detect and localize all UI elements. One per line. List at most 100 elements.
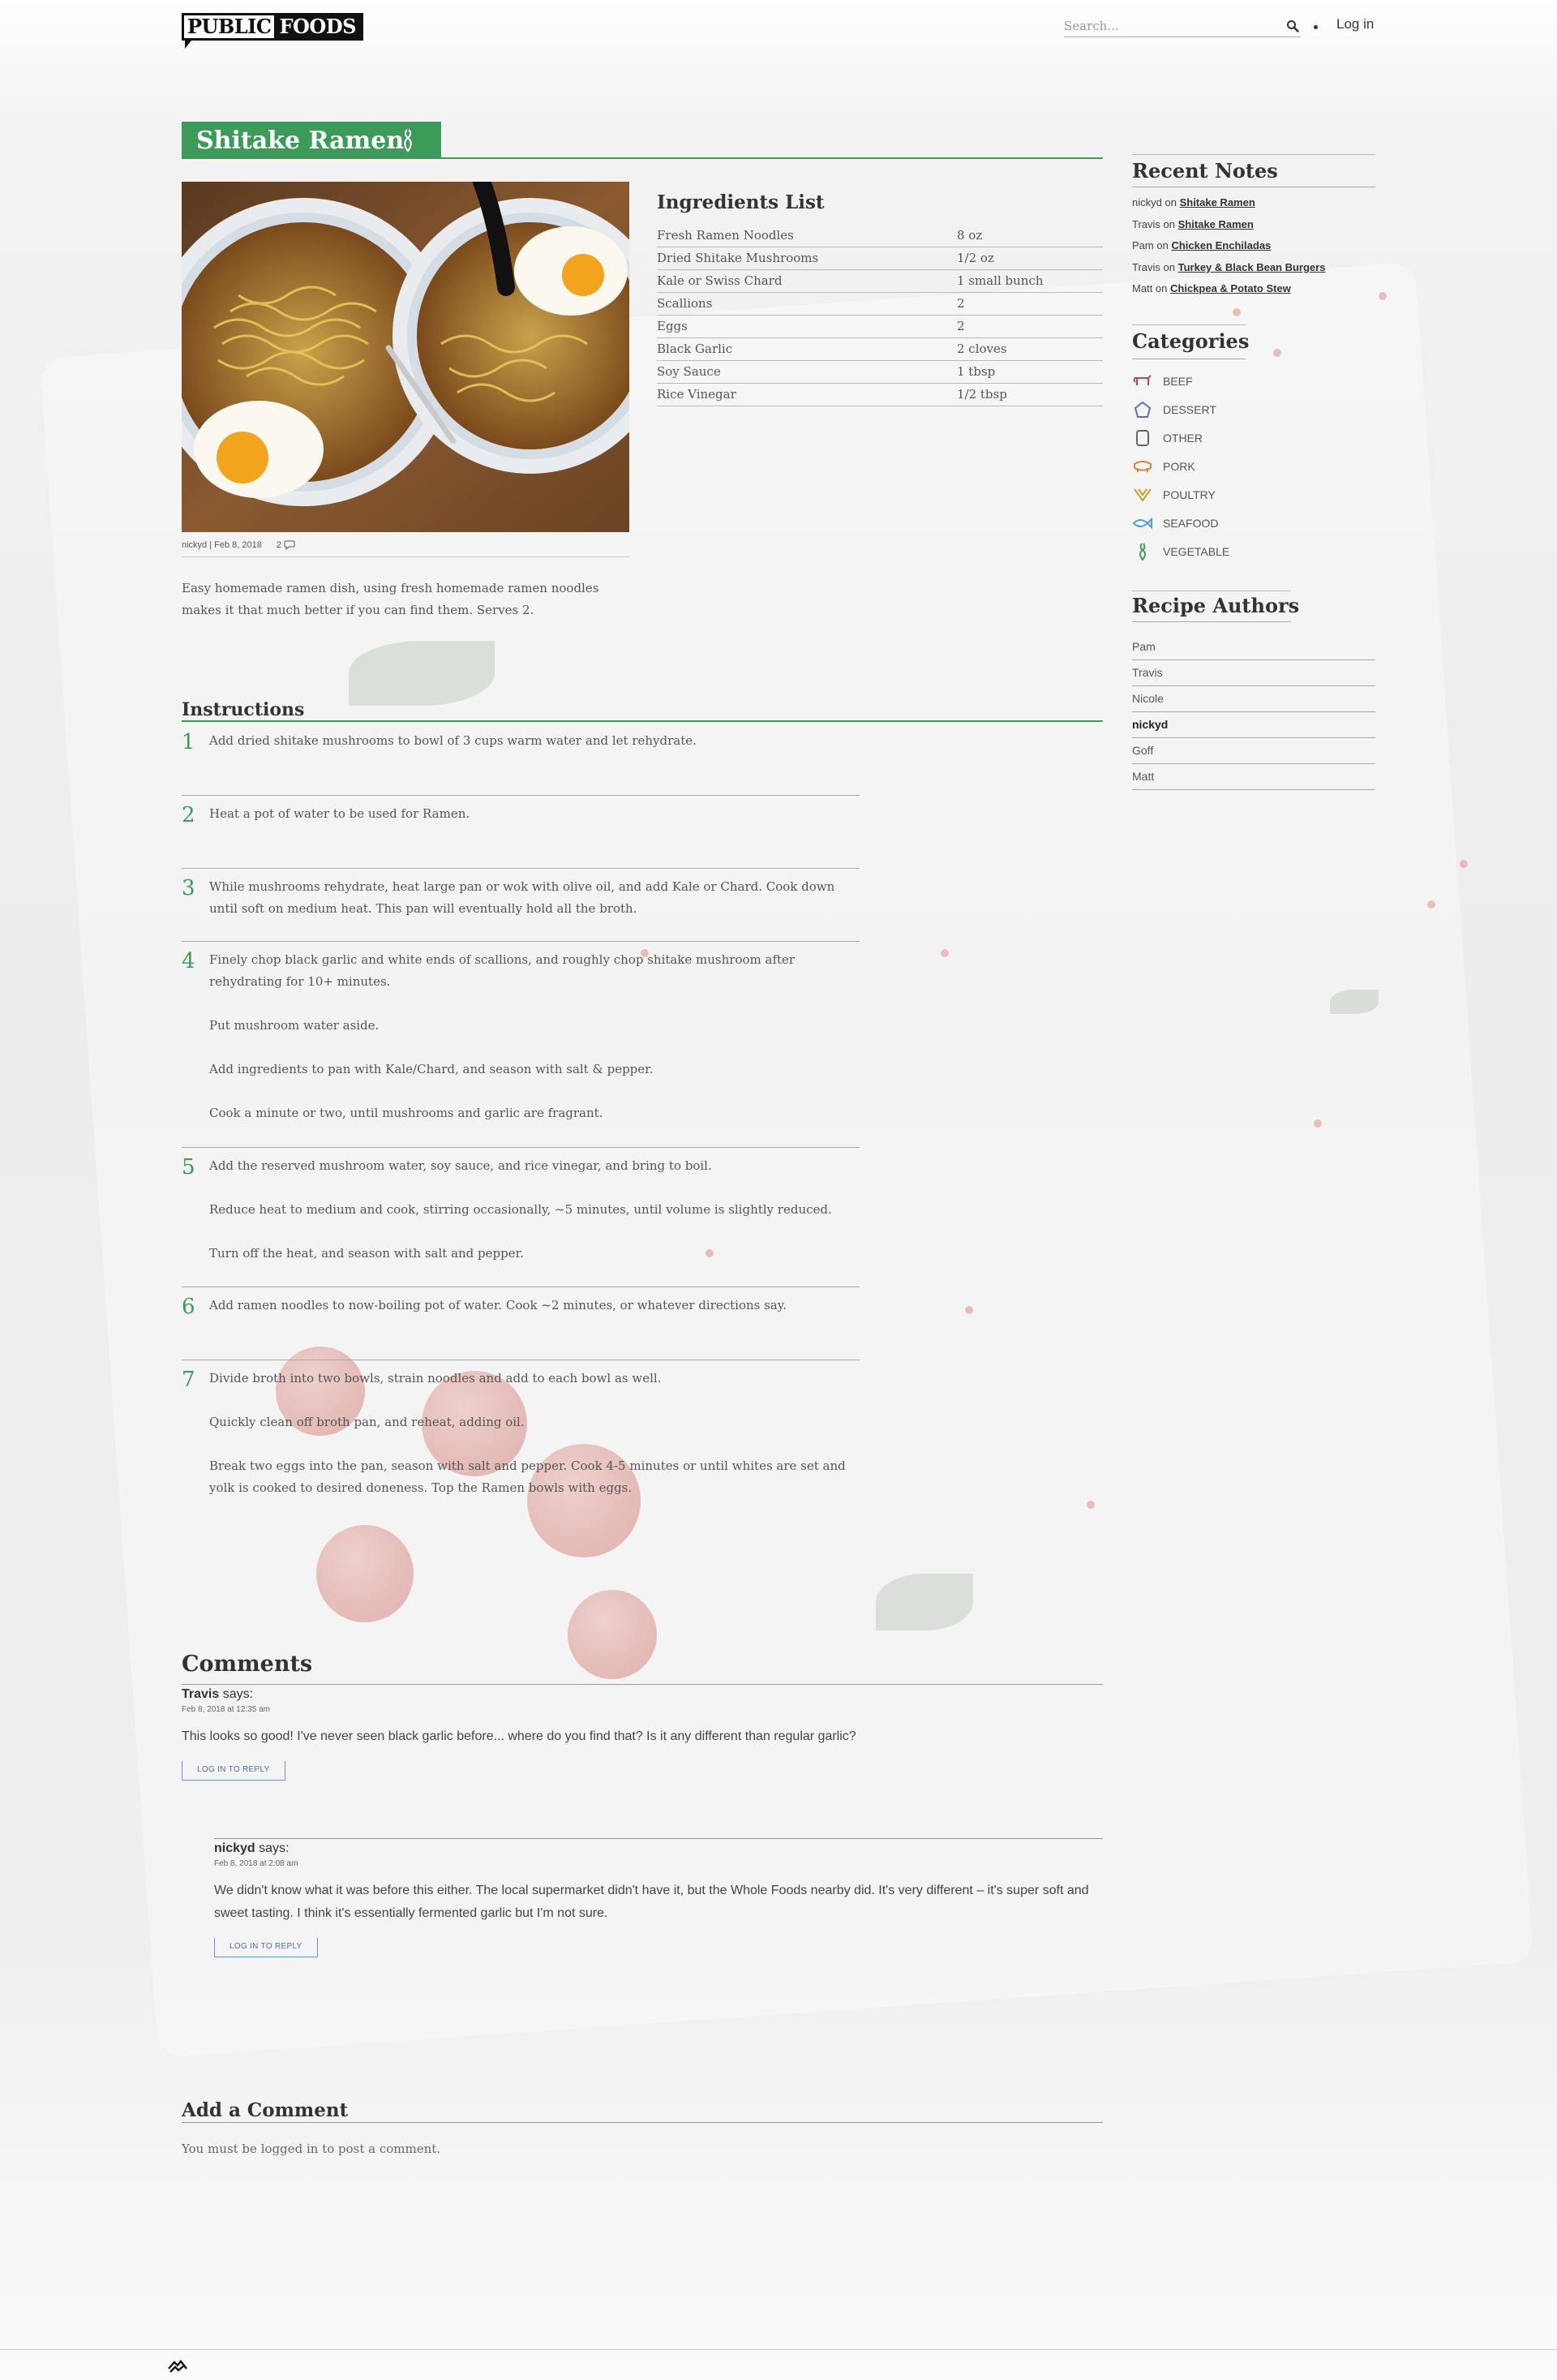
author-item[interactable]: Pam	[1132, 634, 1375, 660]
ingredient-name: Dried Shitake Mushrooms	[657, 247, 957, 270]
category-label: BEEF	[1163, 374, 1193, 388]
comment-author: Travis	[182, 1687, 220, 1701]
categories-title: Categories	[1132, 329, 1250, 353]
author-item[interactable]: Nicole	[1132, 686, 1375, 712]
step-text: Heat a pot of water to be used for Ramen…	[209, 806, 470, 821]
ingredients-title: Ingredients List	[657, 191, 825, 213]
note-on: on	[1156, 239, 1169, 252]
instruction-step: 4 Finely chop black garlic and white ends…	[182, 949, 860, 1124]
ingredient-row: Scallions 2	[657, 292, 1103, 316]
step-number: 2	[182, 803, 195, 827]
logged-in-link[interactable]: logged in	[261, 2142, 319, 2156]
note-recipe-link[interactable]: Turkey & Black Bean Burgers	[1178, 261, 1326, 273]
comment: Travis says: Feb 8, 2018 at 12:35 am Thi…	[182, 1687, 1103, 1781]
ingredient-row: Rice Vinegar 1/2 tbsp	[657, 383, 1103, 406]
ingredient-amount: 2 cloves	[957, 337, 1103, 361]
category-item-seafood[interactable]: SEAFOOD	[1132, 509, 1229, 537]
step-divider	[182, 941, 860, 942]
comment-says: says:	[259, 1841, 290, 1855]
comment-bubble-icon[interactable]	[284, 540, 295, 550]
step-text: Add ingredients to pan with Kale/Chard, …	[209, 1062, 654, 1076]
step-divider	[182, 868, 860, 869]
author-item[interactable]: Matt	[1132, 764, 1375, 790]
recent-note-item: nickyd on Shitake Ramen	[1132, 195, 1325, 217]
search-input[interactable]	[1064, 16, 1275, 36]
category-item-dessert[interactable]: DESSERT	[1132, 395, 1229, 423]
step-text: Divide broth into two bowls, strain nood…	[209, 1371, 662, 1385]
category-label: POULTRY	[1163, 488, 1216, 501]
separator-dot	[1314, 25, 1318, 29]
comment-reply: nickyd says: Feb 8, 2018 at 2:08 am We d…	[214, 1841, 1103, 1957]
login-to-reply-button[interactable]: LOG IN TO REPLY	[182, 1761, 285, 1781]
category-item-other[interactable]: OTHER	[1132, 423, 1229, 452]
site-logo[interactable]: PUBLIC FOODS	[182, 13, 363, 49]
step-number: 7	[182, 1368, 195, 1392]
note-on: on	[1163, 260, 1175, 273]
step-text: Add ramen noodles to now-boiling pot of …	[209, 1298, 787, 1312]
vegetable-icon	[404, 129, 412, 153]
category-item-poultry[interactable]: POULTRY	[1132, 480, 1229, 509]
category-item-vegetable[interactable]: VEGETABLE	[1132, 537, 1229, 565]
note-suffix: to post a comment.	[318, 2142, 441, 2156]
author-item[interactable]: nickyd	[1132, 712, 1375, 738]
recipe-photo	[182, 182, 629, 532]
category-label: OTHER	[1163, 431, 1203, 445]
instruction-step: 5 Add the reserved mushroom water, soy sa…	[182, 1155, 860, 1265]
recent-notes-top-rule	[1132, 154, 1375, 155]
login-to-reply-button[interactable]: LOG IN TO REPLY	[214, 1938, 318, 1957]
site-header: PUBLIC FOODS Log in	[0, 0, 1557, 54]
search-icon[interactable]	[1286, 19, 1299, 32]
recent-note-item: Pam on Chicken Enchiladas	[1132, 238, 1325, 260]
beef-icon	[1133, 374, 1152, 385]
category-item-beef[interactable]: BEEF	[1132, 367, 1229, 395]
ingredient-row: Fresh Ramen Noodles 8 oz	[657, 224, 1103, 247]
ingredient-row: Eggs 2	[657, 315, 1103, 338]
ingredient-amount: 1 tbsp	[957, 360, 1103, 384]
categories-list: BEEF DESSERT OTHER PORK POULTRY SEAFOOD VEGETA…	[1132, 367, 1229, 565]
comment-date[interactable]: Feb 8, 2018 at 12:35 am	[182, 1705, 1103, 1714]
step-text: Break two eggs into the pan, season with…	[209, 1459, 846, 1495]
search-bar	[1064, 16, 1301, 37]
note-on: on	[1155, 282, 1168, 295]
category-label: DESSERT	[1163, 402, 1216, 416]
ingredient-name: Soy Sauce	[657, 360, 957, 384]
category-item-pork[interactable]: PORK	[1132, 452, 1229, 480]
ingredient-name: Kale or Swiss Chard	[657, 269, 957, 293]
categories-top-rule	[1132, 324, 1246, 325]
note-user: Pam	[1132, 239, 1154, 252]
recipe-title-banner: Shitake Ramen	[182, 122, 441, 159]
recipe-author[interactable]: nickyd	[182, 540, 207, 550]
instruction-step: 1 Add dried shitake mushrooms to bowl of …	[182, 730, 860, 754]
seafood-icon	[1132, 517, 1152, 529]
note-recipe-link[interactable]: Chickpea & Potato Stew	[1170, 282, 1291, 294]
author-item[interactable]: Goff	[1132, 738, 1375, 764]
ingredient-amount: 2	[957, 315, 1103, 338]
step-text: Add dried shitake mushrooms to bowl of 3…	[209, 733, 697, 748]
note-recipe-link[interactable]: Chicken Enchiladas	[1171, 239, 1271, 251]
author-item[interactable]: Travis	[1132, 660, 1375, 686]
note-prefix: You must be	[182, 2142, 261, 2156]
login-required-note: You must be logged in to post a comment.	[182, 2142, 440, 2156]
ingredient-name: Fresh Ramen Noodles	[657, 224, 957, 247]
page-title: Shitake Ramen	[196, 126, 405, 155]
ingredient-amount: 1/2 tbsp	[957, 383, 1103, 406]
reply-divider	[214, 1838, 1103, 1839]
logo-text-foods: FOODS	[274, 15, 361, 38]
meta-divider	[182, 556, 629, 557]
step-divider	[182, 1147, 860, 1148]
category-label: PORK	[1163, 459, 1195, 473]
category-label: SEAFOOD	[1163, 516, 1219, 530]
ingredient-amount: 2	[957, 292, 1103, 316]
footer-logo-icon[interactable]	[167, 2357, 188, 2374]
recipe-authors-title: Recipe Authors	[1132, 594, 1300, 617]
step-text: While mushrooms rehydrate, heat large pa…	[209, 879, 835, 916]
instructions-title: Instructions	[182, 699, 305, 720]
comment-date[interactable]: Feb 8, 2018 at 2:08 am	[214, 1859, 1103, 1868]
ingredient-row: Soy Sauce 1 tbsp	[657, 360, 1103, 384]
step-text: Put mushroom water aside.	[209, 1018, 380, 1033]
ingredient-amount: 1 small bunch	[957, 269, 1103, 293]
recipe-description: Easy homemade ramen dish, using fresh ho…	[182, 581, 599, 617]
note-recipe-link[interactable]: Shitake Ramen	[1180, 196, 1255, 208]
login-link[interactable]: Log in	[1336, 16, 1374, 32]
note-recipe-link[interactable]: Shitake Ramen	[1178, 218, 1254, 230]
